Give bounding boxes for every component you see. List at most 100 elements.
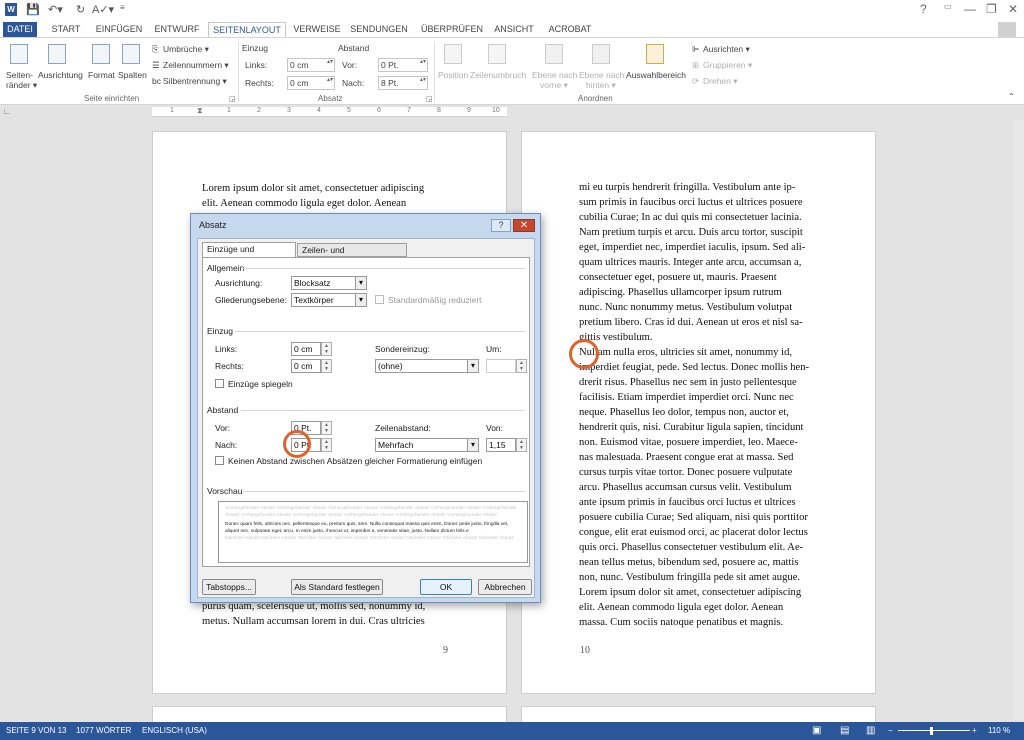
indent-left-spinner-icon[interactable]: ▲ ▼ (321, 342, 332, 356)
indent-right-input[interactable]: 0 cm (287, 76, 335, 90)
mirror-indents-checkbox[interactable] (215, 379, 224, 388)
horizontal-ruler[interactable]: 1 ⧗ 1 2 3 4 5 6 7 8 9 10 (152, 106, 507, 117)
tabstopps-button[interactable]: Tabstopps... (202, 579, 256, 595)
word-count[interactable]: 1077 WÖRTER (76, 722, 131, 740)
print-layout-icon[interactable]: ▤ (840, 722, 849, 740)
align-button[interactable]: Ausrichten ▾ (703, 44, 750, 55)
text-line: hendrerit quis, nisi. Curabitur ligula s… (579, 422, 804, 433)
divider (235, 331, 525, 332)
margins-button[interactable]: Seiten- (6, 70, 33, 80)
dialog-launcher-absatz-icon[interactable]: ◲ (426, 95, 433, 103)
web-layout-icon[interactable]: ▥ (866, 722, 875, 740)
tab-sendungen[interactable]: SENDUNGEN (348, 22, 410, 37)
columns-icon[interactable] (122, 44, 140, 64)
indent-left-field[interactable]: 0 cm (291, 342, 321, 356)
indent-right-field[interactable]: 0 cm (291, 359, 321, 373)
um-label: Um: (486, 344, 502, 354)
special-indent-select[interactable]: (ohne) (375, 359, 479, 373)
size-icon[interactable] (92, 44, 110, 64)
text-line: nean tellus metus, bibendum sed, posuere… (579, 557, 799, 568)
space-after-input[interactable]: 8 Pt. (378, 76, 428, 90)
preview-box: Vorhergehender Absatz Vorhergehender Abs… (218, 501, 528, 563)
line-numbers-button[interactable]: Zeilennummern ▾ (163, 60, 229, 71)
tab-start[interactable]: START (45, 22, 87, 37)
orientation-icon[interactable] (48, 44, 66, 64)
tab-datei[interactable]: DATEI (3, 22, 37, 37)
no-space-same-style-checkbox[interactable] (215, 456, 224, 465)
collapse-ribbon-icon[interactable]: ⌃ (1008, 92, 1015, 101)
line-numbers-icon: ☰ (152, 60, 160, 70)
page-10[interactable]: mi eu turpis hendrerit fringilla. Vestib… (521, 131, 876, 694)
tab-acrobat[interactable]: ACROBAT (544, 22, 596, 37)
space-after-spinner-icon[interactable]: ▲ ▼ (321, 438, 332, 452)
text-line: Lorem ipsum dolor sit amet, consectetuer… (579, 587, 802, 598)
indent-right-spinner-icon[interactable]: ▲ ▼ (321, 359, 332, 373)
spellcheck-icon[interactable]: A✓▾ (92, 3, 114, 16)
outline-level-select[interactable]: Textkörper (291, 293, 367, 307)
zoom-level[interactable]: 110 % (988, 722, 1010, 740)
zoom-out-icon[interactable]: − (888, 722, 893, 740)
tab-seitenlayout[interactable]: SEITENLAYOUT (208, 22, 286, 37)
cancel-button[interactable]: Abbrechen (478, 579, 532, 595)
minimize-button[interactable]: — (964, 2, 976, 16)
margins-icon[interactable] (10, 44, 28, 64)
indent-marker-icon[interactable]: ⧗ (197, 106, 203, 116)
set-default-button[interactable]: Als Standard festlegen (291, 579, 383, 595)
breaks-button[interactable]: Umbrüche ▾ (163, 44, 209, 55)
zoom-slider[interactable] (898, 730, 970, 731)
ruler-mark: 6 (377, 107, 381, 114)
indent-left-input[interactable]: 0 cm (287, 58, 335, 72)
page-count[interactable]: SEITE 9 VON 13 (6, 722, 66, 740)
hyphenation-button[interactable]: Silbentrennung ▾ (163, 76, 227, 87)
group-label-anordnen: Anordnen (578, 94, 613, 103)
dialog-launcher-icon[interactable]: ◲ (229, 95, 236, 103)
dialog-close-button[interactable]: ✕ (513, 219, 535, 232)
von-spinner-icon[interactable]: ▲ ▼ (516, 438, 527, 452)
space-before-input[interactable]: 0 Pt. (378, 58, 428, 72)
ok-button[interactable]: OK (420, 579, 472, 595)
indent-left-label: Links: (215, 344, 238, 354)
ruler-mark: 2 (257, 107, 261, 114)
dialog-help-button[interactable]: ? (491, 219, 511, 232)
columns-button[interactable]: Spalten (118, 70, 147, 80)
language-status[interactable]: ENGLISCH (USA) (142, 722, 207, 740)
tab-zeilen-seitenumbruch[interactable]: Zeilen- und Seitenumbruch (297, 243, 407, 268)
alignment-select[interactable]: Blocksatz (291, 276, 367, 290)
bring-forward-button: Ebene nach (532, 70, 578, 80)
margins-button-2[interactable]: ränder ▾ (6, 80, 37, 91)
close-button[interactable]: ✕ (1008, 2, 1018, 16)
tab-verweise[interactable]: VERWEISE (292, 22, 342, 37)
space-before-spinner-icon[interactable]: ▲ ▼ (321, 421, 332, 435)
ruler-mark: 4 (317, 107, 321, 114)
von-field[interactable]: 1,15 (486, 438, 516, 452)
vertical-scrollbar[interactable] (1013, 120, 1024, 720)
restore-button[interactable]: ❐ (986, 2, 997, 16)
undo-icon[interactable]: ↶▾ (48, 3, 63, 16)
tab-ueberpruefen[interactable]: ÜBERPRÜFEN (418, 22, 486, 37)
format-button[interactable]: Format (88, 70, 115, 80)
tab-selector-icon[interactable]: ∟ (3, 107, 13, 117)
zoom-in-icon[interactable]: + (972, 722, 977, 740)
tab-einzuege-abstaende[interactable]: Einzüge und Abstände (202, 242, 296, 267)
redo-icon[interactable]: ↻ (76, 3, 85, 16)
align-icon: ⊫ (692, 44, 700, 54)
help-button[interactable]: ? (920, 2, 927, 16)
save-icon[interactable]: 💾 (26, 3, 40, 16)
customize-qa-icon[interactable]: ≡ (120, 3, 125, 12)
text-line: non. Euismod vitae, posuere imperdiet, l… (579, 437, 798, 448)
position-icon (444, 44, 462, 64)
tab-ansicht[interactable]: ANSICHT (492, 22, 536, 37)
orientation-button[interactable]: Ausrichtung (38, 70, 83, 80)
tab-entwurf[interactable]: ENTWURF (152, 22, 202, 37)
rotate-icon: ⟳ (692, 76, 700, 86)
ribbon-display-button[interactable]: ▭ (944, 2, 952, 11)
selection-pane-button[interactable]: Auswahlbereich (626, 70, 686, 80)
title-bar: W 💾 ↶▾ ↻ A✓▾ ≡ ? ▭ — ❐ ✕ (0, 0, 1024, 22)
preview-next-paragraph: Nächster Absatz Nächster Absatz Nächster… (225, 536, 514, 541)
zoom-slider-thumb[interactable] (930, 727, 933, 735)
user-avatar[interactable] (998, 22, 1016, 37)
read-mode-icon[interactable]: ▣ (812, 722, 821, 740)
line-spacing-select[interactable]: Mehrfach (375, 438, 479, 452)
selection-pane-icon[interactable] (646, 44, 664, 64)
tab-einfuegen[interactable]: EINFÜGEN (93, 22, 145, 37)
